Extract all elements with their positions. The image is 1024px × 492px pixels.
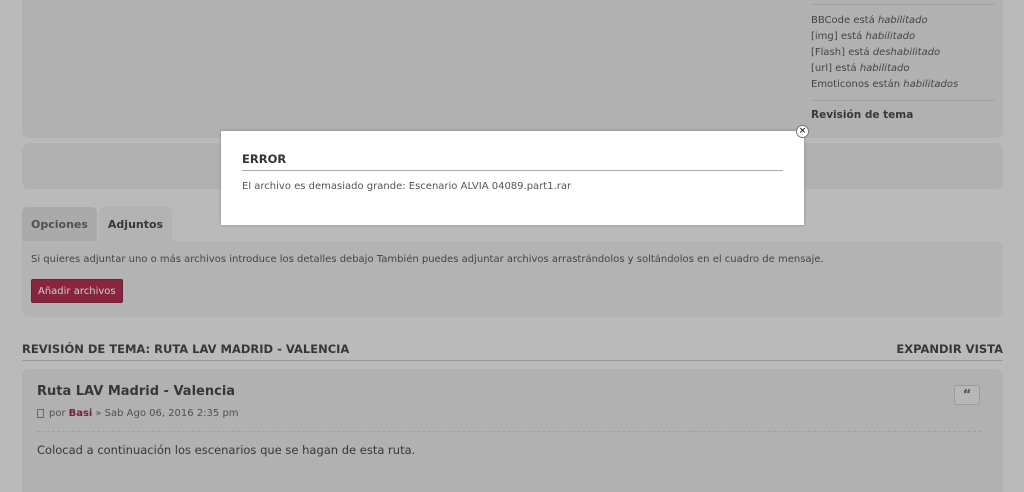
error-title: ERROR: [242, 152, 287, 166]
modal-overlay[interactable]: [0, 0, 1024, 492]
error-dialog: ERROR El archivo es demasiado grande: Es…: [221, 131, 804, 225]
posting-page: BBCode está habilitado [img] está habili…: [0, 0, 1024, 492]
error-message: El archivo es demasiado grande: Escenari…: [242, 181, 572, 192]
divider: [242, 170, 783, 171]
close-icon[interactable]: ×: [796, 125, 809, 138]
